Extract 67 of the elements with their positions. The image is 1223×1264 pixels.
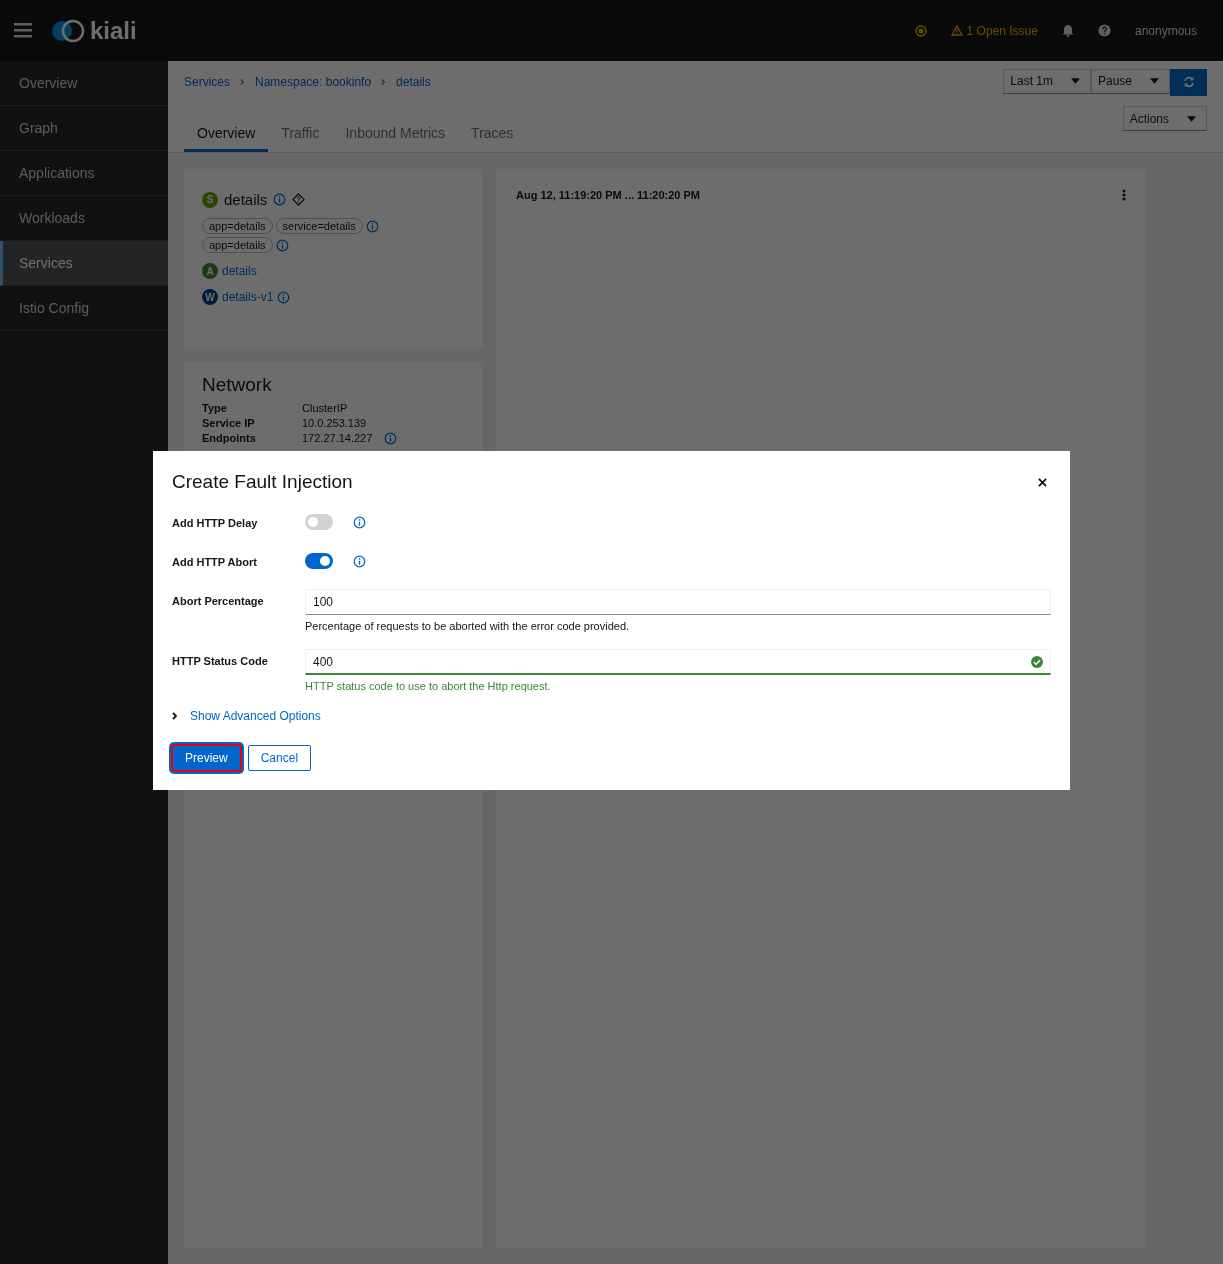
info-icon[interactable] [384,432,398,445]
info-icon[interactable] [353,515,366,529]
caret-icon [1070,78,1080,84]
toggle-switch[interactable] [305,553,333,569]
user-menu[interactable]: anonymous [1134,23,1197,38]
warning-icon [950,25,963,36]
refresh-dropdown[interactable]: Pause [1090,68,1170,94]
breadcrumb-link[interactable]: details [396,75,431,89]
tab[interactable]: Overview [184,125,269,152]
service-name: details [224,191,268,208]
card-title: Network [202,374,273,396]
breadcrumb-link[interactable]: Namespace: bookinfo [255,75,372,89]
property-value: 172.27.14.227 [302,431,373,446]
property-value: ClusterIP [302,401,348,416]
actions-dropdown[interactable]: Actions [1122,106,1207,131]
field-label: Abort Percentage [172,594,265,607]
nav-item[interactable]: Services [0,241,168,286]
refresh-icon [1182,76,1195,88]
logo-icon [50,18,86,43]
helper-text: HTTP status code to use to abort the Http request. [305,680,552,692]
menu-icon[interactable] [14,23,32,38]
property-label: Type [202,401,228,416]
field-label: Add HTTP Abort [172,555,258,568]
open-issues-link[interactable]: 1 Open Issue [966,23,1038,38]
diamond-question-icon [292,193,306,206]
tab[interactable]: Inbound Metrics [332,125,459,152]
kebab-icon[interactable] [1122,189,1126,201]
dialog-title: Create Fault Injection [172,471,353,493]
property-value: 10.0.253.139 [302,416,367,431]
check-circle-icon [1031,656,1043,668]
property-label: Service IP [202,416,256,431]
close-icon [1038,477,1047,487]
advanced-options-link[interactable]: Show Advanced Options [190,709,321,723]
info-icon[interactable] [273,193,287,206]
field-label: HTTP Status Code [172,654,269,667]
bell-icon[interactable] [1061,24,1074,37]
preview-button[interactable]: Preview [172,745,241,771]
status-icon[interactable] [914,24,927,37]
time-range: Aug 12, 11:19:20 PM ... 11:20:20 PM [516,189,701,201]
service-badge: S [202,191,218,208]
duration-dropdown[interactable]: Last 1m [1003,68,1091,94]
chevron-right-icon [381,78,387,86]
breadcrumb-link[interactable]: Services [184,75,230,89]
tab[interactable]: Traces [458,125,527,152]
cancel-button[interactable]: Cancel [247,745,312,771]
info-icon[interactable] [275,238,289,252]
caret-icon [1187,115,1196,122]
property-label: Endpoints [202,431,257,446]
chevron-right-icon[interactable] [172,712,178,720]
input-field[interactable]: 400 [305,649,1051,675]
info-icon[interactable] [353,554,366,568]
caret-icon [1150,78,1159,84]
resource-link[interactable]: details-v1 [222,290,274,304]
field-label: Add HTTP Delay [172,516,259,529]
refresh-button[interactable] [1170,68,1207,96]
input-field[interactable]: 100 [305,589,1051,615]
resource-link[interactable]: details [222,264,257,278]
resource-badge: A [202,263,218,279]
chevron-right-icon [240,78,245,86]
help-icon[interactable] [1097,24,1111,37]
toggle-switch[interactable] [305,514,333,530]
info-icon[interactable] [365,219,379,233]
brand-name: kiali [90,16,137,45]
helper-text: Percentage of requests to be aborted with the error code provided. [305,620,631,632]
resource-badge: W [202,289,218,305]
tab[interactable]: Traffic [268,125,333,152]
info-icon[interactable] [277,290,291,304]
